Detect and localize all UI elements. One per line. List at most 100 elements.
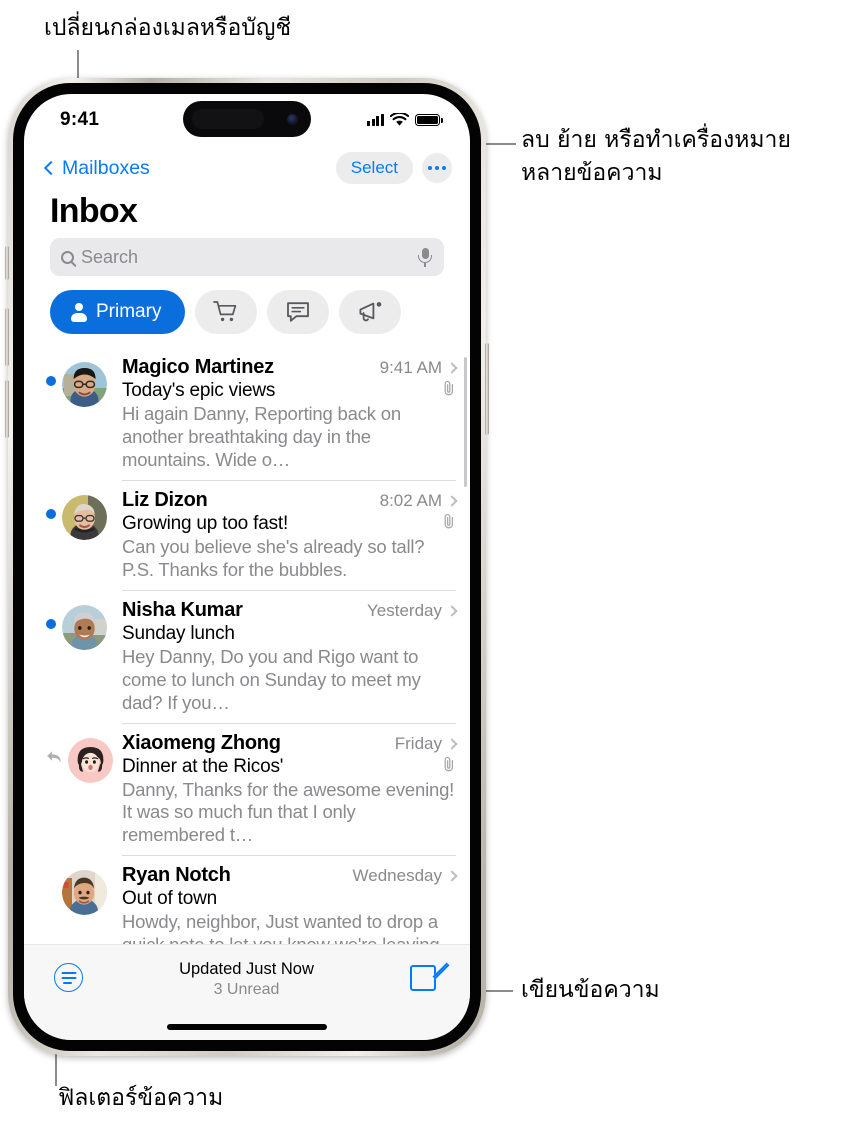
annotation-delete-move-flag: ลบ ย้าย หรือทำเครื่องหมาย หลายข้อความ: [521, 127, 791, 186]
message-timestamp: Yesterday: [367, 600, 442, 620]
row-leading: [24, 356, 122, 407]
page-title: Inbox: [50, 192, 138, 230]
select-button[interactable]: Select: [335, 152, 413, 184]
table-row[interactable]: Liz Dizon 8:02 AM Growing up too fast! C…: [24, 479, 470, 590]
volume-down-button[interactable]: [5, 380, 9, 438]
microphone-icon[interactable]: [417, 247, 433, 267]
chevron-left-icon: [43, 160, 59, 176]
wifi-icon: [390, 113, 409, 126]
nav-bar-actions: Select: [335, 152, 452, 184]
table-row[interactable]: Magico Martinez 9:41 AM Today's epic vie…: [24, 347, 470, 480]
avatar: [62, 604, 107, 650]
annotation-filter-messages: ฟิลเตอร์ข้อความ: [58, 1085, 224, 1111]
chip-promotions[interactable]: [339, 290, 402, 334]
table-row[interactable]: Xiaomeng Zhong Friday Dinner at the Rico…: [24, 722, 470, 856]
search-placeholder: Search: [81, 246, 139, 267]
filter-button[interactable]: [54, 963, 83, 992]
power-button[interactable]: [485, 343, 489, 435]
more-options-button[interactable]: [422, 153, 452, 183]
chip-updates[interactable]: [267, 290, 330, 334]
message-subject: Today's epic views: [122, 380, 276, 401]
home-indicator[interactable]: [167, 1024, 327, 1030]
compose-button[interactable]: [410, 962, 450, 993]
dynamic-island: [183, 101, 311, 137]
message-sender: Ryan Notch: [122, 864, 231, 887]
status-bar-indicators: [367, 113, 443, 127]
annotation-compose-message: เขียนข้อความ: [521, 977, 660, 1003]
mailboxes-back-label: Mailboxes: [62, 156, 150, 179]
message-sender: Magico Martinez: [122, 356, 274, 378]
navigation-bar: Mailboxes Select: [24, 146, 470, 188]
avatar: [62, 870, 107, 916]
unread-dot: [46, 618, 56, 629]
cart-icon: [213, 301, 237, 322]
attachment-icon: [442, 380, 456, 396]
message-timestamp: 8:02 AM: [379, 490, 442, 510]
message-sender: Nisha Kumar: [122, 598, 243, 621]
sync-status: Updated Just Now 3 Unread: [83, 960, 410, 999]
search-icon: [61, 250, 74, 264]
chevron-right-icon: [446, 605, 458, 617]
replied-icon: [46, 750, 62, 764]
sync-status-main: Updated Just Now: [179, 960, 314, 978]
message-preview: Hey Danny, Do you and Rigo want to come …: [122, 645, 421, 713]
table-row[interactable]: Nisha Kumar Yesterday Sunday lunch Hey D…: [24, 589, 470, 723]
chevron-right-icon: [446, 495, 458, 507]
chip-primary-label: Primary: [96, 301, 162, 322]
battery-icon: [415, 113, 443, 127]
person-icon: [70, 303, 87, 322]
message-preview: Can you believe she's already so tall? P…: [122, 535, 425, 580]
message-preview: Hi again Danny, Reporting back on anothe…: [122, 403, 401, 470]
message-timestamp: Wednesday: [352, 866, 442, 886]
status-bar: 9:41: [24, 94, 470, 146]
message-subject: Out of town: [122, 888, 217, 910]
message-timestamp: 9:41 AM: [379, 358, 442, 377]
iphone-device: 9:41 Mailboxes Select Inbox Search Prima…: [5, 78, 489, 1056]
row-leading: [24, 732, 122, 783]
message-preview: Danny, Thanks for the awesome evening! I…: [122, 778, 455, 846]
phone-screen: 9:41 Mailboxes Select Inbox Search Prima…: [24, 94, 470, 1040]
chevron-right-icon: [446, 362, 458, 374]
screenshot-root: เปลี่ยนกล่องเมลหรือบัญชี ลบ ย้าย หรือทำเ…: [0, 0, 841, 1136]
unread-dot: [46, 376, 56, 386]
unread-dot: [46, 508, 56, 519]
phone-bezel: 9:41 Mailboxes Select Inbox Search Prima…: [13, 83, 481, 1051]
silent-switch[interactable]: [5, 246, 9, 280]
front-camera-icon: [287, 113, 298, 125]
unread-count: 3 Unread: [213, 981, 280, 998]
chevron-right-icon: [446, 870, 458, 882]
compose-icon: [410, 965, 436, 991]
mailboxes-back-button[interactable]: Mailboxes: [43, 156, 150, 180]
avatar: [62, 362, 107, 407]
avatar: [68, 737, 113, 783]
attachment-icon: [442, 513, 456, 529]
row-leading: [24, 864, 122, 916]
row-body: Magico Martinez 9:41 AM Today's epic vie…: [122, 356, 470, 472]
ellipsis-icon: [427, 165, 447, 171]
chat-bubble-icon: [287, 302, 310, 322]
message-timestamp: Friday: [394, 733, 442, 753]
mail-list: Magico Martinez 9:41 AM Today's epic vie…: [24, 347, 470, 1040]
category-filter-chips: Primary: [24, 290, 470, 347]
signal-bars-icon: [367, 114, 384, 126]
row-leading: [24, 489, 122, 540]
status-bar-time: 9:41: [60, 109, 100, 130]
row-body: Liz Dizon 8:02 AM Growing up too fast! C…: [122, 489, 470, 582]
chip-transactions[interactable]: [195, 290, 258, 334]
message-subject: Dinner at the Ricos': [122, 755, 284, 777]
volume-up-button[interactable]: [5, 308, 9, 366]
annotation-change-mailbox: เปลี่ยนกล่องเมลหรือบัญชี: [44, 15, 292, 41]
chip-primary[interactable]: Primary: [50, 290, 186, 334]
avatar: [62, 494, 107, 540]
message-subject: Growing up too fast!: [122, 512, 289, 534]
message-sender: Liz Dizon: [122, 488, 208, 511]
search-input[interactable]: Search: [50, 238, 444, 276]
row-body: Nisha Kumar Yesterday Sunday lunch Hey D…: [122, 599, 470, 715]
message-sender: Xiaomeng Zhong: [122, 731, 281, 754]
chevron-right-icon: [446, 737, 458, 750]
row-body: Xiaomeng Zhong Friday Dinner at the Rico…: [122, 732, 470, 848]
unread-dot: [46, 884, 56, 894]
attachment-icon: [442, 756, 456, 772]
megaphone-icon: [359, 302, 382, 322]
filter-icon: [61, 972, 76, 974]
